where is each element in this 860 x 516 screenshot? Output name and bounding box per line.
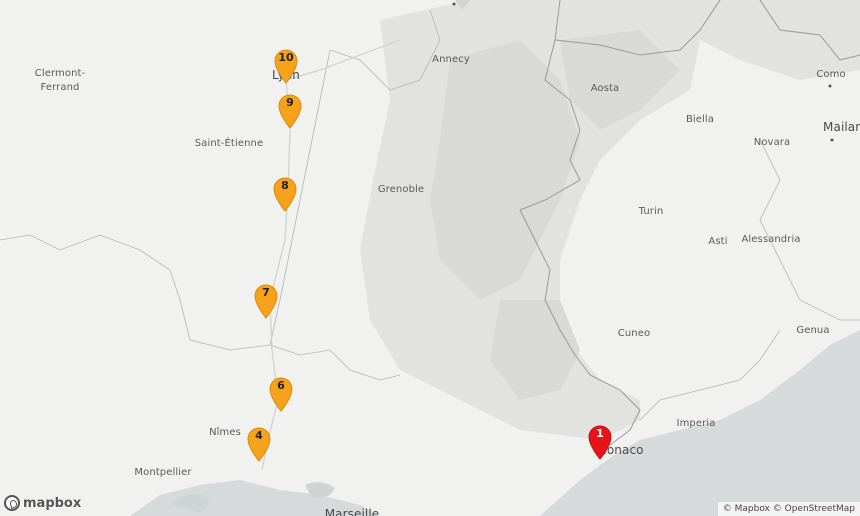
place-como-dot — [828, 84, 832, 88]
place-annecy: Annecy — [432, 54, 470, 65]
place-clermont-ferrand: Clermont- Ferrand — [34, 68, 86, 93]
place-asti: Asti — [708, 236, 728, 247]
marker-label: 8 — [281, 179, 289, 192]
place-genua: Genua — [796, 325, 830, 336]
map-canvas[interactable]: Clermont- Ferrand Annecy Aosta Biella No… — [0, 0, 860, 516]
place-grenoble: Grenoble — [377, 184, 425, 195]
mapbox-logo-icon — [4, 495, 20, 511]
map-marker-6[interactable]: 6 — [268, 376, 294, 412]
marker-label: 6 — [277, 379, 285, 392]
marker-label: 10 — [278, 51, 294, 64]
place-geneva-dot — [452, 2, 456, 6]
place-aosta: Aosta — [590, 83, 620, 94]
mapbox-logo-text: mapbox — [23, 495, 82, 511]
map-base-layer — [0, 0, 860, 516]
place-milan-dot — [830, 138, 834, 142]
place-biella: Biella — [685, 114, 715, 125]
place-alessandria: Alessandria — [741, 234, 801, 245]
marker-label: 4 — [255, 429, 263, 442]
marker-label: 9 — [286, 96, 294, 109]
map-marker-7[interactable]: 7 — [253, 283, 279, 319]
map-marker-9[interactable]: 9 — [277, 93, 303, 129]
map-marker-10[interactable]: 10 — [273, 48, 299, 84]
mapbox-logo[interactable]: mapbox — [4, 493, 81, 513]
place-novara: Novara — [753, 137, 791, 148]
place-turin: Turin — [638, 206, 664, 217]
map-marker-8[interactable]: 8 — [272, 176, 298, 212]
place-saint-etienne: Saint-Étienne — [194, 138, 264, 149]
place-como: Como — [816, 69, 846, 80]
map-marker-1[interactable]: 1 — [587, 424, 613, 460]
map-attribution[interactable]: © Mapbox © OpenStreetMap — [717, 502, 860, 516]
place-marseille: Marseille — [324, 507, 380, 516]
map-marker-4[interactable]: 4 — [246, 426, 272, 462]
place-imperia: Imperia — [676, 418, 716, 429]
place-cuneo: Cuneo — [617, 328, 651, 339]
marker-label: 1 — [596, 427, 604, 440]
place-nimes: Nîmes — [209, 427, 241, 438]
marker-label: 7 — [262, 286, 270, 299]
place-montpellier: Montpellier — [134, 467, 192, 478]
place-milan: Mailan — [823, 120, 860, 134]
